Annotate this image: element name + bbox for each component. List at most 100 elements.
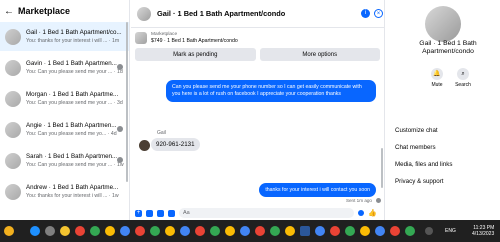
image-icon[interactable] [146,209,153,217]
conversation-item[interactable]: Angie · 1 Bed 1 Bath Apartmen... You: Ca… [0,115,129,144]
chrome-icon[interactable] [240,226,250,236]
conversation-snippet: You: Can you please send me your ... [26,100,113,106]
language-indicator[interactable]: ENG [445,228,456,234]
windows-taskbar: ENG 11:23 PM 4/13/2023 [0,220,500,242]
clock-date: 4/13/2023 [472,231,495,237]
tray-chevron-icon[interactable] [425,227,433,235]
conversation-title: Angie · 1 Bed 1 Bath Apartmen... [26,122,117,129]
chrome-icon[interactable] [180,226,190,236]
conversation-title: Gail · 1 Bed 1 Bath Apartment/co... [26,29,122,36]
bell-icon: 🔔 [431,68,443,80]
conversation-sidebar: ← Marketplace Gail · 1 Bed 1 Bath Apartm… [0,0,130,220]
conversation-info-panel: Gail · 1 Bed 1 Bath Apartment/condo 🔔 Mu… [384,0,500,220]
chrome-icon[interactable] [150,226,160,236]
chrome-icon[interactable] [285,226,295,236]
chrome-icon[interactable] [360,226,370,236]
customize-chat-item[interactable]: Customize chat [395,127,438,134]
sidebar-header: ← Marketplace [0,0,129,22]
conversation-item[interactable]: Sarah · 1 Bed 1 Bath Apartmen... You: Ca… [0,146,129,175]
listing-thumbnail [5,183,21,200]
chrome-icon[interactable] [225,226,235,236]
mark-pending-button[interactable]: Mark as pending [135,48,256,61]
messenger-app: ← Marketplace Gail · 1 Bed 1 Bath Apartm… [0,0,500,242]
contact-avatar [117,157,123,163]
chrome-icon[interactable] [210,226,220,236]
chrome-icon[interactable] [135,226,145,236]
chrome-icon[interactable] [75,226,85,236]
mute-label: Mute [431,82,443,88]
conversation-snippet: You: Can you please send me yo... [26,131,107,137]
chat-pane: Gail · 1 Bed 1 Bath Apartment/condo i × … [131,0,384,220]
back-arrow-icon[interactable]: ← [4,6,14,17]
word-icon[interactable] [300,226,310,236]
sidebar-title: Marketplace [18,6,71,16]
mute-button[interactable]: 🔔 Mute [427,68,447,88]
conversation-time: 1m [112,38,120,44]
search-button[interactable]: ⌕ Search [453,68,473,88]
chat-header: Gail · 1 Bed 1 Bath Apartment/condo i × [131,0,384,28]
chrome-icon[interactable] [375,226,385,236]
search-icon[interactable] [45,226,55,236]
outgoing-message: Can you please send me your phone number… [166,80,376,102]
chrome-icon[interactable] [330,226,340,236]
close-icon[interactable]: × [374,9,383,18]
chat-thumbnail[interactable] [137,6,151,21]
chrome-icon[interactable] [255,226,265,236]
windows-start-icon[interactable] [30,226,40,236]
conversation-title: Sarah · 1 Bed 1 Bath Apartmen... [26,153,118,160]
listing-card: Marketplace $749 · 1 Bed 1 Bath Apartmen… [135,30,380,61]
contact-avatar [117,126,123,132]
chat-title[interactable]: Gail · 1 Bed 1 Bath Apartment/condo [157,9,285,18]
listing-thumbnail [5,121,21,138]
seen-avatar [376,198,381,203]
conversation-item[interactable]: Morgan · 1 Bed 1 Bath Apartme... You: Ca… [0,84,129,113]
clock[interactable]: 11:23 PM 4/13/2023 [472,225,494,237]
sent-status: Sent 1m ago [345,198,372,203]
weather-icon[interactable] [4,226,14,236]
listing-title[interactable]: $749 · 1 Bed 1 Bath Apartment/condo [151,38,238,45]
conversation-snippet: You: Can you please send me your ... [26,162,113,168]
conversation-time: 3d [116,100,123,106]
chrome-icon[interactable] [120,226,130,236]
conversation-snippet: You: thanks for your interest i will ... [26,38,108,44]
conversation-item[interactable]: Gail · 1 Bed 1 Bath Apartment/co... You:… [0,22,129,51]
search-label: Search [455,82,471,88]
sidebar-scrollbar[interactable] [126,22,128,182]
info-icon[interactable]: i [361,9,370,18]
chrome-icon[interactable] [405,226,415,236]
message-input[interactable]: Aa [179,208,354,218]
listing-thumbnail [5,59,21,76]
chrome-icon[interactable] [345,226,355,236]
more-options-button[interactable]: More options [259,48,380,61]
gif-icon[interactable] [168,209,175,217]
chrome-icon[interactable] [105,226,115,236]
conversation-item[interactable]: Andrew · 1 Bed 1 Bath Apartme... You: th… [0,177,129,206]
chrome-icon[interactable] [390,226,400,236]
privacy-support-item[interactable]: Privacy & support [395,178,444,185]
listing-thumbnail [5,28,21,45]
sender-avatar[interactable] [139,140,150,151]
chrome-icon[interactable] [165,226,175,236]
chrome-icon[interactable] [315,226,325,236]
emoji-icon[interactable] [358,210,364,216]
chrome-icon[interactable] [195,226,205,236]
listing-thumbnail [5,152,21,169]
chat-scrollbar[interactable] [381,148,383,188]
plus-icon[interactable]: + [135,209,142,217]
listing-thumbnail[interactable] [135,32,147,44]
composer-bar: + Aa 👍 [131,206,384,220]
sender-name: Gail [157,130,166,136]
conversation-time: 4d [110,131,117,137]
conversation-time: 1w [112,193,119,199]
contact-avatar [117,64,123,70]
listing-photo [425,6,461,42]
file-explorer-icon[interactable] [60,226,70,236]
chrome-icon[interactable] [270,226,280,236]
media-files-links-item[interactable]: Media, files and links [395,161,452,168]
conversation-item[interactable]: Gavin · 1 Bed 1 Bath Apartmen... You: Ca… [0,53,129,82]
sticker-icon[interactable] [157,209,164,217]
chat-members-item[interactable]: Chat members [395,144,436,151]
thumbs-up-icon[interactable]: 👍 [368,209,377,217]
listing-thumbnail [5,90,21,107]
chrome-icon[interactable] [90,226,100,236]
